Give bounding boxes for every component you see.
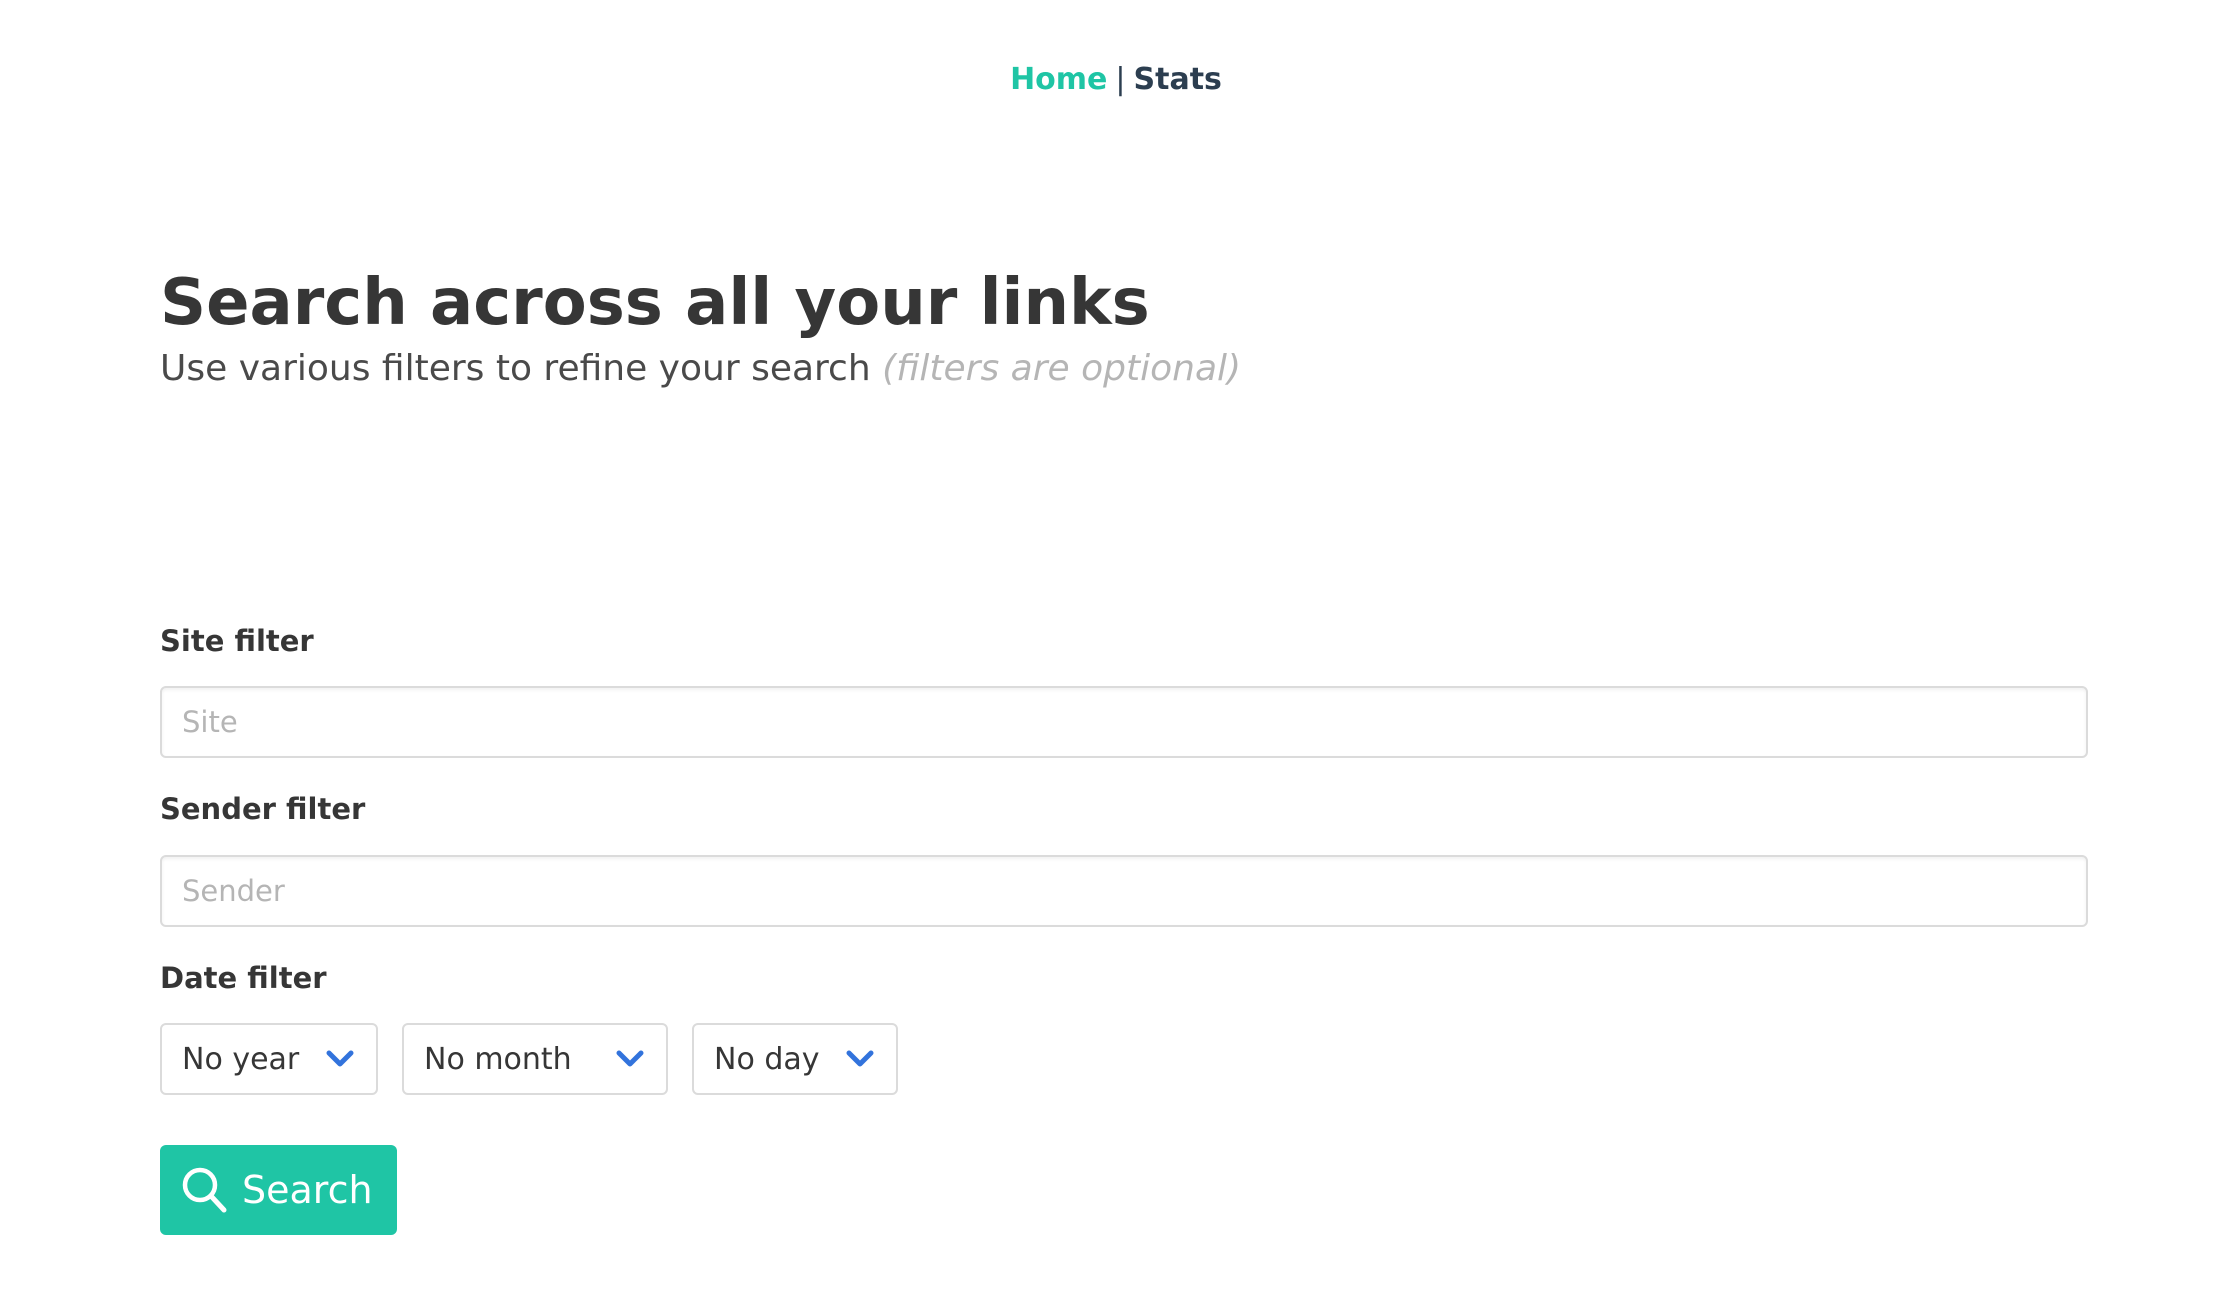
nav-home-link[interactable]: Home: [1010, 62, 1107, 97]
subtitle-hint: (filters are optional): [882, 348, 1242, 389]
sender-input[interactable]: [160, 855, 2088, 927]
top-nav: Home | Stats: [0, 54, 2232, 106]
date-filter-label: Date filter: [160, 961, 327, 995]
year-select[interactable]: No year: [160, 1023, 378, 1095]
nav-stats-link[interactable]: Stats: [1134, 62, 1222, 97]
day-select-value: No day: [714, 1041, 820, 1077]
search-button[interactable]: Search: [160, 1145, 397, 1235]
chevron-down-icon: [326, 1050, 354, 1067]
sender-filter-label: Sender filter: [160, 792, 366, 826]
subtitle-text: Use various filters to refine your searc…: [160, 348, 871, 389]
page-title: Search across all your links: [160, 266, 1150, 340]
chevron-down-icon: [616, 1050, 644, 1067]
month-select-value: No month: [424, 1041, 572, 1077]
month-select[interactable]: No month: [402, 1023, 668, 1095]
chevron-down-icon: [846, 1050, 874, 1067]
search-icon: [182, 1167, 227, 1213]
site-filter-label: Site filter: [160, 624, 314, 658]
day-select[interactable]: No day: [692, 1023, 898, 1095]
nav-separator: |: [1115, 62, 1126, 97]
year-select-value: No year: [182, 1041, 300, 1077]
page-subtitle: Use various filters to refine your searc…: [160, 344, 1241, 394]
search-button-label: Search: [242, 1168, 373, 1212]
site-input[interactable]: [160, 686, 2088, 758]
